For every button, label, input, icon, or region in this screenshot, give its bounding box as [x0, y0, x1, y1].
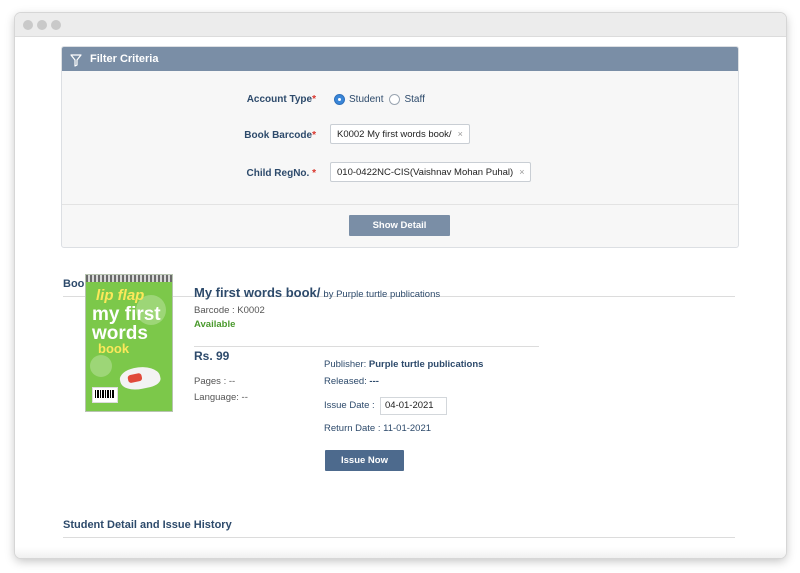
issue-date-label: Issue Date : — [324, 400, 375, 411]
student-detail-rule — [63, 537, 735, 538]
cover-spiral — [86, 275, 172, 282]
return-date: Return Date : 11-01-2021 — [324, 423, 432, 434]
account-type-label: Account Type* — [246, 94, 316, 105]
window-maximize-dot-icon[interactable] — [51, 20, 61, 30]
funnel-icon — [70, 52, 82, 76]
book-language: Language: -- — [194, 392, 248, 403]
clear-barcode-icon[interactable]: × — [458, 129, 463, 139]
filter-panel-title: Filter Criteria — [90, 53, 159, 65]
cover-text-line2: my first words — [92, 304, 161, 344]
child-regno-value: 010-0422NC-CIS(Vaishnav Mohan Puhal) — [337, 167, 514, 178]
cover-text-line3: book — [98, 341, 130, 356]
cover-text-line1: lip flap — [96, 287, 145, 304]
book-pages: Pages : -- — [194, 376, 236, 387]
window-minimize-dot-icon[interactable] — [37, 20, 47, 30]
account-type-radios: Student Staff — [334, 94, 431, 105]
book-barcode-label: Book Barcode* — [244, 130, 316, 141]
required-mark: * — [312, 94, 316, 105]
cover-bubble — [90, 355, 112, 377]
book-barcode-row: Book Barcode* K0002 My first words book/… — [62, 124, 738, 148]
book-barcode-value: K0002 My first words book/ — [337, 129, 452, 140]
window-close-dot-icon[interactable] — [23, 20, 33, 30]
child-regno-label: Child RegNo. * — [246, 168, 316, 179]
cover-illustration — [118, 363, 162, 393]
radio-student-label[interactable]: Student — [349, 94, 383, 105]
student-detail-heading: Student Detail and Issue History — [63, 519, 232, 531]
filter-panel: Filter Criteria Account Type* Student St… — [61, 46, 739, 248]
availability-status: Available — [194, 319, 236, 330]
publisher-value: Purple turtle publications — [368, 359, 484, 370]
released-line: Released: --- — [324, 376, 379, 387]
book-title: My first words book/by Purple turtle pub… — [194, 285, 441, 300]
book-author: by Purple turtle publications — [323, 289, 441, 300]
radio-student[interactable] — [334, 94, 345, 105]
book-info-rule — [194, 346, 539, 347]
clear-regno-icon[interactable]: × — [519, 167, 524, 177]
radio-staff-label[interactable]: Staff — [404, 94, 424, 105]
released-value: --- — [369, 376, 379, 387]
book-barcode-select[interactable]: K0002 My first words book/ × — [330, 124, 470, 144]
filter-panel-header: Filter Criteria — [62, 47, 738, 71]
bottom-fade — [15, 547, 786, 558]
publisher-line: Publisher: Purple turtle publications — [324, 359, 483, 370]
show-detail-button[interactable]: Show Detail — [349, 215, 450, 236]
child-regno-row: Child RegNo. * 010-0422NC-CIS(Vaishnav M… — [62, 162, 738, 186]
required-mark: * — [312, 168, 316, 179]
book-cover-image: lip flap my first words book — [85, 274, 173, 412]
issue-date-input[interactable]: 04-01-2021 — [380, 397, 447, 415]
child-regno-select[interactable]: 010-0422NC-CIS(Vaishnav Mohan Puhal) × — [330, 162, 532, 182]
book-barcode-text: Barcode : K0002 — [194, 305, 265, 316]
radio-staff[interactable] — [389, 94, 401, 105]
book-price: Rs. 99 — [194, 349, 230, 363]
issue-now-button[interactable]: Issue Now — [325, 450, 404, 471]
released-label: Released: — [324, 376, 367, 387]
browser-window: Filter Criteria Account Type* Student St… — [15, 13, 786, 558]
account-type-row: Account Type* Student Staff — [62, 88, 738, 112]
publisher-label: Publisher: — [324, 359, 367, 370]
required-mark: * — [312, 130, 316, 141]
window-titlebar — [15, 13, 786, 37]
cover-barcode — [92, 387, 118, 403]
panel-divider — [62, 204, 738, 205]
